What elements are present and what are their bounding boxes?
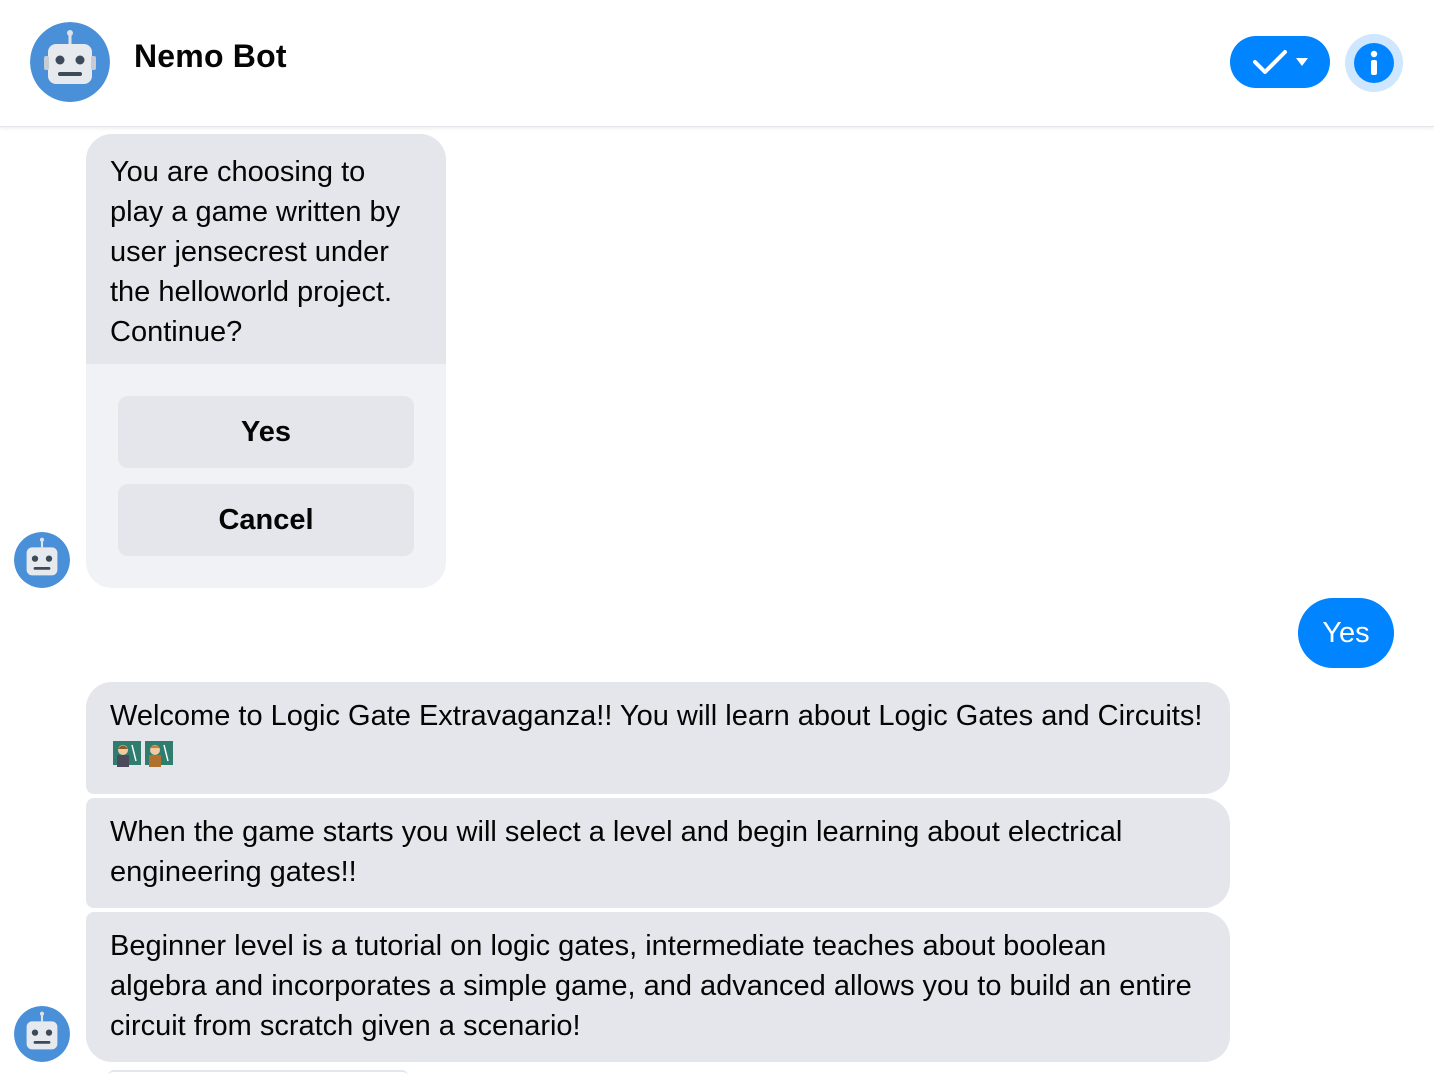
bot-message-text: Welcome to Logic Gate Extravaganza!! You… <box>110 700 1203 732</box>
robot-icon <box>30 22 110 102</box>
bot-message-bubble: When the game starts you will select a l… <box>86 798 1230 908</box>
info-icon <box>1370 50 1378 75</box>
chevron-down-icon <box>1296 58 1308 66</box>
robot-icon <box>14 532 70 588</box>
bot-avatar-small[interactable] <box>14 1006 70 1062</box>
bot-message-bubble: Welcome to Logic Gate Extravaganza!! You… <box>86 682 1230 794</box>
checkmark-icon <box>1253 50 1287 74</box>
user-message-bubble: Yes <box>1298 598 1394 668</box>
teacher-emoji-icon <box>145 741 173 767</box>
bot-avatar-small[interactable] <box>14 532 70 588</box>
bot-message-bubble: Beginner level is a tutorial on logic ga… <box>86 912 1230 1062</box>
card-message: You are choosing to play a game written … <box>86 134 446 364</box>
yes-button[interactable]: Yes <box>118 396 414 468</box>
chat-header: Nemo Bot <box>0 0 1434 127</box>
robot-icon <box>14 1006 70 1062</box>
mark-done-dropdown-button[interactable] <box>1230 36 1330 88</box>
chat-title: Nemo Bot <box>134 38 287 74</box>
teacher-emoji-icon <box>113 741 141 767</box>
bot-avatar[interactable] <box>30 22 110 102</box>
cancel-button[interactable]: Cancel <box>118 484 414 556</box>
next-message-edge <box>108 1070 408 1076</box>
info-button[interactable] <box>1345 34 1403 92</box>
confirmation-card: You are choosing to play a game written … <box>86 134 446 588</box>
